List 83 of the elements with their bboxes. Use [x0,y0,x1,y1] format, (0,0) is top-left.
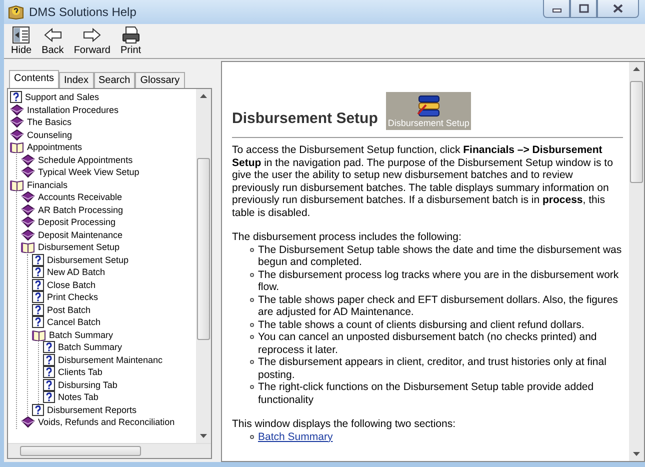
tree-item[interactable]: Disbursing Tab [43,378,196,391]
printer-icon [120,25,141,45]
tab[interactable]: Contents [9,70,60,88]
tree-item[interactable]: Schedule Appointments [21,154,196,166]
tree-item[interactable]: New AD Batch [32,266,196,278]
tree-item[interactable]: Batch Summary [43,341,196,354]
help-page-icon [32,291,44,304]
help-page-icon [32,254,44,266]
tree-item[interactable]: Disbursement Reports [32,404,196,416]
help-page-icon [32,278,44,291]
horizontal-scrollbar[interactable] [8,443,211,458]
topic-title: Disbursement Setup [232,110,378,128]
scrollbar[interactable] [196,89,211,443]
scroll-thumb[interactable] [20,446,141,456]
bullet-text: The Disbursement Setup table shows the date and time the disbursement was begun and completed. [248,244,623,268]
tab[interactable]: Index [59,72,94,88]
tree-item[interactable]: Support and Sales [10,91,196,104]
help-page-icon [32,266,44,278]
tree-item[interactable]: Financials [10,178,196,191]
tree-item[interactable]: Typical Week View Setup [21,166,196,178]
tree-item[interactable]: Batch Summary [32,328,196,341]
forward-arrow-icon [82,25,102,45]
help-page-icon [32,316,44,328]
scroll-thumb[interactable] [197,158,210,340]
tree-item[interactable]: Voids, Refunds and Reconciliation [21,416,196,428]
help-page-icon [32,304,44,316]
scrollbar[interactable] [629,62,644,461]
bullet-text: The disbursement process log tracks where you are in the disbursement work flow. [248,268,623,294]
minimize-button[interactable] [543,0,570,18]
close-button[interactable] [597,0,639,18]
scroll-down-icon[interactable] [200,434,207,438]
scroll-down-icon[interactable] [633,452,640,456]
help-page-icon [43,354,55,366]
scroll-up-icon[interactable] [200,94,207,98]
help-page-icon [32,404,44,416]
tree-item[interactable]: Print Checks [32,291,196,304]
help-page-icon [43,341,55,354]
tree-item[interactable]: Installation Procedures [10,104,196,116]
tree-item[interactable]: Counseling [10,128,196,141]
image-caption: Disbursement Setup [388,118,470,129]
bullet-text: The table shows a count of clients disbursing and client refund dollars. [248,318,623,331]
tree-item[interactable]: Disbursement Maintenanc [43,354,196,366]
bullet-text: You can cancel an unposted disbursement batch (no checks printed) and reprocess it later. [248,331,623,356]
close-icon [613,4,623,13]
help-page-icon [43,366,55,378]
window-title: DMS Solutions Help [29,5,136,19]
hide-button[interactable]: Hide [8,24,35,58]
help-page-icon [43,378,55,391]
back-arrow-icon [42,25,63,45]
ledger-books-icon [416,94,442,118]
tree-item[interactable]: Cancel Batch [32,316,196,328]
scroll-thumb[interactable] [630,81,643,183]
tree-item[interactable]: The Basics [10,116,196,128]
tree-item[interactable]: Post Batch [32,304,196,316]
tree-item[interactable]: Deposit Maintenance [21,228,196,241]
section-link[interactable]: Batch Summary [258,430,333,442]
sections-intro: This window displays the following two sections: [232,418,457,430]
print-button[interactable]: Print [118,24,144,58]
bullet-text: The right-click functions on the Disbursement Setup table provide added functionality [248,381,623,406]
tree-item[interactable]: Accounts Receivable [21,191,196,204]
tab[interactable]: Glossary [135,72,185,88]
maximize-icon [578,4,588,13]
back-button[interactable]: Back [38,24,67,58]
bullet-text: The disbursement appears in client, creditor, and trust histories only at final posting. [248,356,623,381]
tree-item[interactable]: AR Batch Processing [21,204,196,216]
bullet-text: The table shows paper check and EFT disbursement dollars. Also, the figures are adjusted for AD Maintenance. [248,294,623,318]
scroll-up-icon[interactable] [633,67,640,71]
tree-item[interactable]: Notes Tab [43,391,196,404]
forward-button[interactable]: Forward [70,24,114,58]
tree-item[interactable]: Close Batch [32,278,196,291]
help-page-icon [43,391,55,404]
maximize-button[interactable] [570,0,597,18]
tab[interactable]: Search [94,72,136,88]
help-book-icon [8,4,24,20]
tree-item[interactable]: Appointments [10,141,196,154]
tree-item[interactable]: Clients Tab [43,366,196,378]
tree-item[interactable]: Disbursement Setup [32,254,196,266]
list-intro: The disbursement process includes the following: [232,231,462,244]
hide-pane-icon [11,25,32,45]
help-page-icon [10,91,22,104]
tree-item[interactable]: Disbursement Setup [21,241,196,254]
tree-item[interactable]: Deposit Processing [21,216,196,228]
intro-paragraph: To access the Disbursement Setup function, click Financials –> Disbursement Setup in the navigation pad. The purpose of the Disbursement Setup window is to give the user the ability to setup new disbursement batches and to review previously run disbursement batches. The table displays summary information on previously run disbursement batches. If a disbursement batch is in process, this table is disabled. [232,144,614,219]
